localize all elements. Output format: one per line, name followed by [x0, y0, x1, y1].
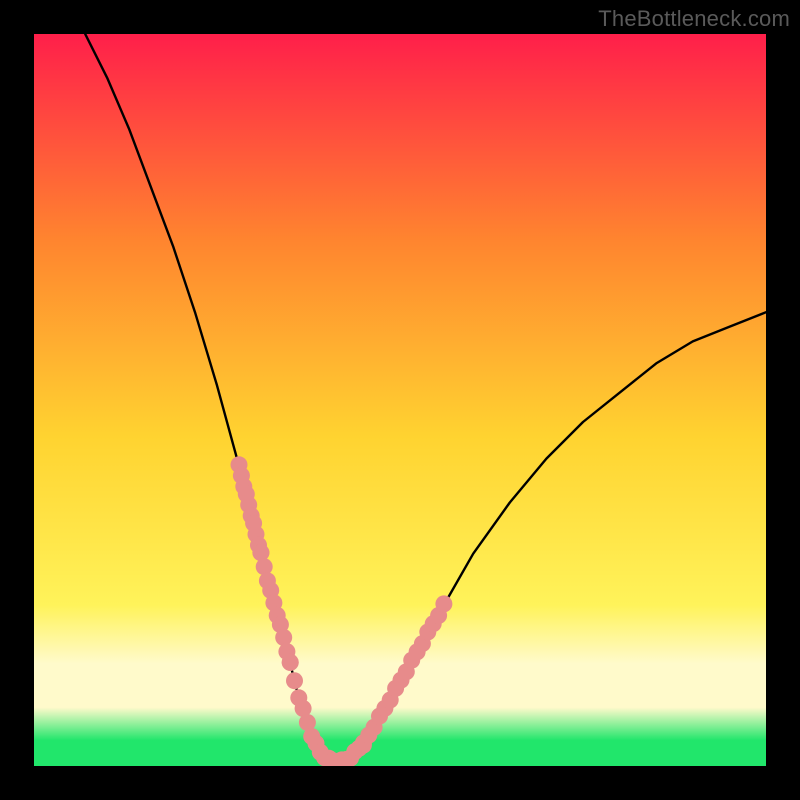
plot-svg	[34, 34, 766, 766]
curve-dot	[252, 544, 269, 561]
watermark-text: TheBottleneck.com	[598, 6, 790, 32]
curve-dot	[282, 654, 299, 671]
plot-area	[34, 34, 766, 766]
gradient-background	[34, 34, 766, 766]
curve-dot	[256, 558, 273, 575]
curve-dot	[275, 629, 292, 646]
curve-dot	[286, 672, 303, 689]
curve-dot	[435, 595, 452, 612]
chart-frame: TheBottleneck.com	[0, 0, 800, 800]
